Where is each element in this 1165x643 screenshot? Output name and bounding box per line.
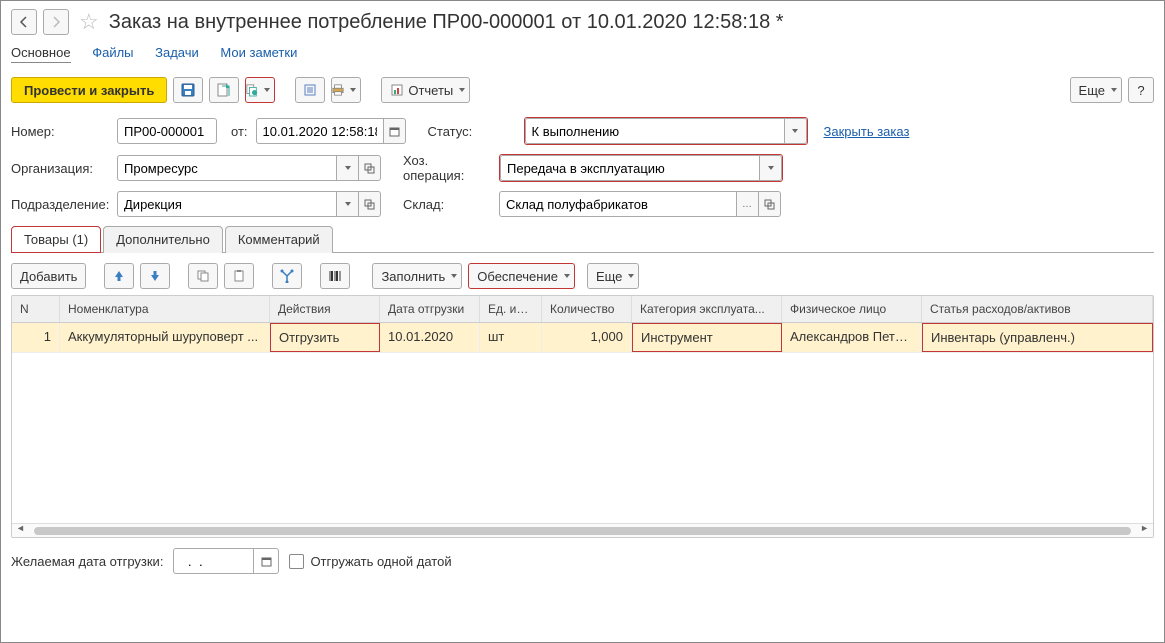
single-date-checkbox[interactable]: Отгружать одной датой xyxy=(289,554,451,569)
row-org: Организация: Хоз. операция: xyxy=(11,153,1154,183)
section-nav: Основное Файлы Задачи Мои заметки xyxy=(11,45,1154,63)
row-number: Номер: от: Статус: Закрыть заказ xyxy=(11,117,1154,145)
single-date-label: Отгружать одной датой xyxy=(310,554,451,569)
col-nomenclature[interactable]: Номенклатура xyxy=(60,296,270,322)
provision-label: Обеспечение xyxy=(477,269,558,284)
label-number: Номер: xyxy=(11,124,109,139)
cell-ship-date: 10.01.2020 xyxy=(380,323,480,352)
nav-files[interactable]: Файлы xyxy=(92,45,133,60)
save-button[interactable] xyxy=(173,77,203,103)
footer: Желаемая дата отгрузки: Отгружать одной … xyxy=(11,548,1154,574)
more-label: Еще xyxy=(1079,83,1105,98)
org-input[interactable] xyxy=(117,155,337,181)
provision-button[interactable]: Обеспечение xyxy=(468,263,575,289)
col-unit[interactable]: Ед. изм. xyxy=(480,296,542,322)
label-warehouse: Склад: xyxy=(403,197,491,212)
table-row[interactable]: 1 Аккумуляторный шуруповерт ... Отгрузит… xyxy=(12,323,1153,353)
division-dropdown[interactable] xyxy=(337,191,359,217)
move-down-button[interactable] xyxy=(140,263,170,289)
cell-unit: шт xyxy=(480,323,542,352)
org-dropdown[interactable] xyxy=(337,155,359,181)
col-ship-date[interactable]: Дата отгрузки xyxy=(380,296,480,322)
cell-article: Инвентарь (управленч.) xyxy=(922,323,1153,352)
nav-back-button[interactable] xyxy=(11,9,37,35)
nav-forward-button[interactable] xyxy=(43,9,69,35)
label-ship-date: Желаемая дата отгрузки: xyxy=(11,554,163,569)
calendar-icon[interactable] xyxy=(384,118,406,144)
nav-main[interactable]: Основное xyxy=(11,45,71,63)
label-org: Организация: xyxy=(11,161,109,176)
calendar-icon[interactable] xyxy=(253,548,279,574)
favorite-star-icon[interactable]: ☆ xyxy=(79,9,99,35)
nav-notes[interactable]: Мои заметки xyxy=(220,45,297,60)
status-dropdown[interactable] xyxy=(785,118,807,144)
table-more-button[interactable]: Еще xyxy=(587,263,639,289)
fill-button[interactable]: Заполнить xyxy=(372,263,462,289)
tab-extra[interactable]: Дополнительно xyxy=(103,226,223,253)
grid-body[interactable]: 1 Аккумуляторный шуруповерт ... Отгрузит… xyxy=(12,323,1153,523)
tab-bar: Товары (1) Дополнительно Комментарий xyxy=(11,225,1154,253)
table-toolbar: Добавить Заполнить Обеспечение xyxy=(11,263,1154,289)
cell-qty: 1,000 xyxy=(542,323,632,352)
warehouse-select-icon[interactable]: … xyxy=(737,191,759,217)
col-actions[interactable]: Действия xyxy=(270,296,380,322)
close-order-link[interactable]: Закрыть заказ xyxy=(824,124,910,139)
date-input[interactable] xyxy=(256,118,384,144)
col-qty[interactable]: Количество xyxy=(542,296,632,322)
doc-structure-button[interactable] xyxy=(295,77,325,103)
help-button[interactable]: ? xyxy=(1128,77,1154,103)
cell-nom: Аккумуляторный шуруповерт ... xyxy=(60,323,270,352)
post-and-close-button[interactable]: Провести и закрыть xyxy=(11,77,167,103)
col-article[interactable]: Статья расходов/активов xyxy=(922,296,1153,322)
title-bar: ☆ Заказ на внутреннее потребление ПР00-0… xyxy=(11,9,1154,35)
split-button[interactable] xyxy=(272,263,302,289)
reports-button[interactable]: Отчеты xyxy=(381,77,470,103)
col-category[interactable]: Категория эксплуата... xyxy=(632,296,782,322)
goods-grid: N Номенклатура Действия Дата отгрузки Ед… xyxy=(11,295,1154,538)
reports-label: Отчеты xyxy=(408,83,453,98)
label-from: от: xyxy=(231,124,248,139)
tab-goods[interactable]: Товары (1) xyxy=(11,226,101,253)
app-window: ☆ Заказ на внутреннее потребление ПР00-0… xyxy=(0,0,1165,643)
fill-label: Заполнить xyxy=(381,269,445,284)
cell-actions: Отгрузить xyxy=(270,323,380,352)
cell-n: 1 xyxy=(12,323,60,352)
row-division: Подразделение: Склад: … xyxy=(11,191,1154,217)
warehouse-input[interactable] xyxy=(499,191,737,217)
op-dropdown[interactable] xyxy=(760,155,782,181)
org-open-icon[interactable] xyxy=(359,155,381,181)
copy-button[interactable] xyxy=(188,263,218,289)
print-button[interactable] xyxy=(331,77,361,103)
more-button[interactable]: Еще xyxy=(1070,77,1122,103)
division-input[interactable] xyxy=(117,191,337,217)
move-up-button[interactable] xyxy=(104,263,134,289)
table-more-label: Еще xyxy=(596,269,622,284)
label-status: Статус: xyxy=(428,124,516,139)
desired-ship-date-input[interactable] xyxy=(173,548,253,574)
horizontal-scrollbar[interactable] xyxy=(12,523,1153,537)
create-based-on-button[interactable] xyxy=(245,77,275,103)
cell-person: Александров Петр ... xyxy=(782,323,922,352)
page-title: Заказ на внутреннее потребление ПР00-000… xyxy=(109,11,784,34)
division-open-icon[interactable] xyxy=(359,191,381,217)
main-toolbar: Провести и закрыть Отчеты Еще xyxy=(11,77,1154,103)
cell-category: Инструмент xyxy=(632,323,782,352)
col-n[interactable]: N xyxy=(12,296,60,322)
post-button[interactable] xyxy=(209,77,239,103)
barcode-button[interactable] xyxy=(320,263,350,289)
grid-header: N Номенклатура Действия Дата отгрузки Ед… xyxy=(12,296,1153,323)
add-row-button[interactable]: Добавить xyxy=(11,263,86,289)
label-division: Подразделение: xyxy=(11,197,109,212)
nav-tasks[interactable]: Задачи xyxy=(155,45,199,60)
paste-button[interactable] xyxy=(224,263,254,289)
tab-comment[interactable]: Комментарий xyxy=(225,226,333,253)
checkbox-icon xyxy=(289,554,304,569)
col-person[interactable]: Физическое лицо xyxy=(782,296,922,322)
warehouse-open-icon[interactable] xyxy=(759,191,781,217)
op-input[interactable] xyxy=(500,155,760,181)
label-op: Хоз. операция: xyxy=(403,153,491,183)
number-input[interactable] xyxy=(117,118,217,144)
status-input[interactable] xyxy=(525,118,785,144)
